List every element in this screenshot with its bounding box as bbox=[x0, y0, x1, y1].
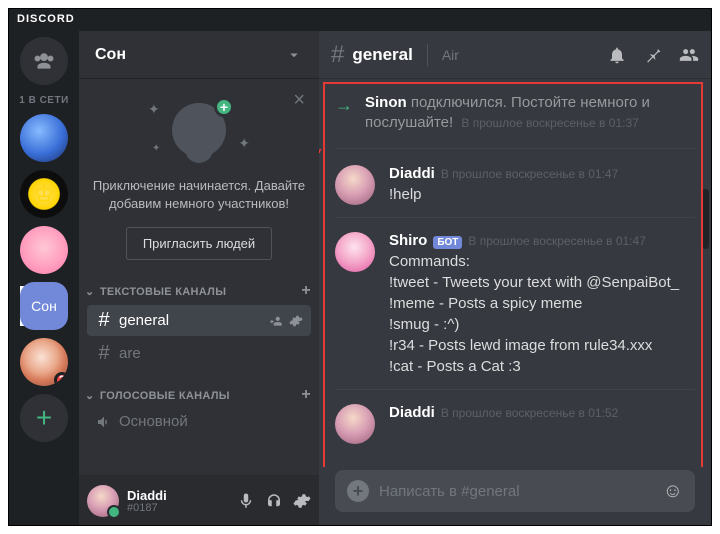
message-list: → Sinon подключился. Постойте немного и … bbox=[319, 79, 711, 467]
user-panel: Diaddi #0187 bbox=[79, 475, 319, 526]
members-icon[interactable] bbox=[679, 45, 699, 65]
author-name[interactable]: Shiro bbox=[389, 232, 427, 249]
channel-sidebar: Сон × ✦ ✦ ✦ + Приключение начинается. Да… bbox=[79, 31, 319, 526]
add-channel-button[interactable]: + bbox=[301, 282, 311, 300]
category-voice-channels[interactable]: ⌄ ГОЛОСОВЫЕ КАНАЛЫ + bbox=[79, 380, 319, 408]
close-icon[interactable]: × bbox=[293, 89, 305, 112]
guild-rail: 1 В СЕТИ Сон 2 + bbox=[9, 31, 79, 526]
category-label: ТЕКСТОВЫЕ КАНАЛЫ bbox=[100, 286, 226, 298]
chat-header: # general Air bbox=[319, 31, 711, 79]
chat-area: # general Air → S bbox=[319, 31, 711, 526]
author-avatar[interactable] bbox=[335, 165, 375, 205]
message-body: !help bbox=[389, 184, 695, 205]
chat-channel-name: general bbox=[352, 45, 412, 65]
chat-input-area: + Написать в #general ☺ bbox=[319, 467, 711, 526]
input-placeholder: Написать в #general bbox=[379, 483, 653, 500]
author-avatar[interactable] bbox=[335, 404, 375, 444]
server-header[interactable]: Сон bbox=[79, 31, 319, 79]
voice-channel[interactable]: Основной bbox=[87, 409, 311, 434]
invite-people-button[interactable]: Пригласить людей bbox=[126, 227, 272, 260]
guild-icon[interactable] bbox=[20, 170, 68, 218]
bot-badge: БОТ bbox=[433, 236, 462, 249]
invite-icon[interactable] bbox=[269, 314, 283, 328]
author-avatar[interactable] bbox=[335, 232, 375, 272]
message: Diaddi В прошлое воскресенье в 01:47 !help bbox=[335, 157, 695, 218]
plus-icon: + bbox=[214, 97, 234, 117]
category-label: ГОЛОСОВЫЕ КАНАЛЫ bbox=[100, 390, 230, 402]
add-channel-button[interactable]: + bbox=[301, 386, 311, 404]
self-username: Diaddi bbox=[127, 489, 167, 502]
guild-icon[interactable] bbox=[20, 226, 68, 274]
author-name[interactable]: Diaddi bbox=[389, 165, 435, 182]
channel-name: general bbox=[119, 312, 169, 329]
chevron-down-icon: ⌄ bbox=[85, 286, 95, 298]
divider bbox=[427, 44, 428, 66]
channel-name: are bbox=[119, 345, 141, 362]
hash-icon: # bbox=[331, 41, 344, 69]
hash-icon: # bbox=[95, 309, 113, 332]
invite-text: Приключение начинается. Давайте добавим … bbox=[91, 177, 307, 213]
guild-icon-selected[interactable]: Сон bbox=[20, 282, 68, 330]
app-titlebar: DISCORD bbox=[9, 9, 711, 31]
self-discriminator: #0187 bbox=[127, 502, 167, 514]
mention-badge: 2 bbox=[54, 372, 68, 386]
chat-topic: Air bbox=[442, 47, 459, 63]
message: Shiro БОТ В прошлое воскресенье в 01:47 Com… bbox=[335, 224, 695, 390]
timestamp: В прошлое воскресенье в 01:37 bbox=[461, 116, 638, 130]
invite-card: × ✦ ✦ ✦ + Приключение начинается. Давайт… bbox=[79, 79, 319, 276]
guild-icon[interactable] bbox=[20, 114, 68, 162]
attach-button[interactable]: + bbox=[347, 480, 369, 502]
timestamp: В прошлое воскресенье в 01:47 bbox=[441, 167, 618, 181]
timestamp: В прошлое воскресенье в 01:47 bbox=[468, 234, 645, 248]
system-message: → Sinon подключился. Постойте немного и … bbox=[335, 87, 695, 149]
add-server-button[interactable]: + bbox=[20, 394, 68, 442]
author-name[interactable]: Diaddi bbox=[389, 404, 435, 421]
timestamp: В прошлое воскресенье в 01:52 bbox=[441, 406, 618, 420]
gear-icon[interactable] bbox=[293, 492, 311, 510]
system-username: Sinon bbox=[365, 94, 407, 111]
scrollbar-thumb[interactable] bbox=[702, 189, 709, 249]
message-body: Commands: !tweet - Tweets your text with… bbox=[389, 251, 695, 377]
invite-illustration: ✦ ✦ ✦ + bbox=[91, 95, 307, 165]
join-arrow-icon: → bbox=[335, 95, 353, 116]
category-text-channels[interactable]: ⌄ ТЕКСТОВЫЕ КАНАЛЫ + bbox=[79, 276, 319, 304]
gear-icon[interactable] bbox=[289, 314, 303, 328]
guild-icon[interactable]: 2 bbox=[20, 338, 68, 386]
message-input[interactable]: + Написать в #general ☺ bbox=[335, 470, 695, 512]
channel-general[interactable]: # general bbox=[87, 305, 311, 336]
chevron-down-icon bbox=[285, 46, 303, 64]
chevron-down-icon: ⌄ bbox=[85, 390, 95, 402]
message: Diaddi В прошлое воскресенье в 01:52 bbox=[335, 396, 695, 444]
pin-icon[interactable] bbox=[643, 45, 663, 65]
channel-name: Основной bbox=[119, 413, 188, 430]
channel-are[interactable]: # are bbox=[87, 338, 311, 369]
emoji-button[interactable]: ☺ bbox=[663, 480, 683, 503]
bell-icon[interactable] bbox=[607, 45, 627, 65]
deafen-icon[interactable] bbox=[265, 492, 283, 510]
speaker-icon bbox=[95, 414, 113, 430]
mute-icon[interactable] bbox=[237, 492, 255, 510]
self-avatar[interactable] bbox=[87, 485, 119, 517]
hash-icon: # bbox=[95, 342, 113, 365]
online-count-label: 1 В СЕТИ bbox=[19, 95, 69, 106]
friends-button[interactable] bbox=[20, 37, 68, 85]
server-name: Сон bbox=[95, 46, 126, 64]
